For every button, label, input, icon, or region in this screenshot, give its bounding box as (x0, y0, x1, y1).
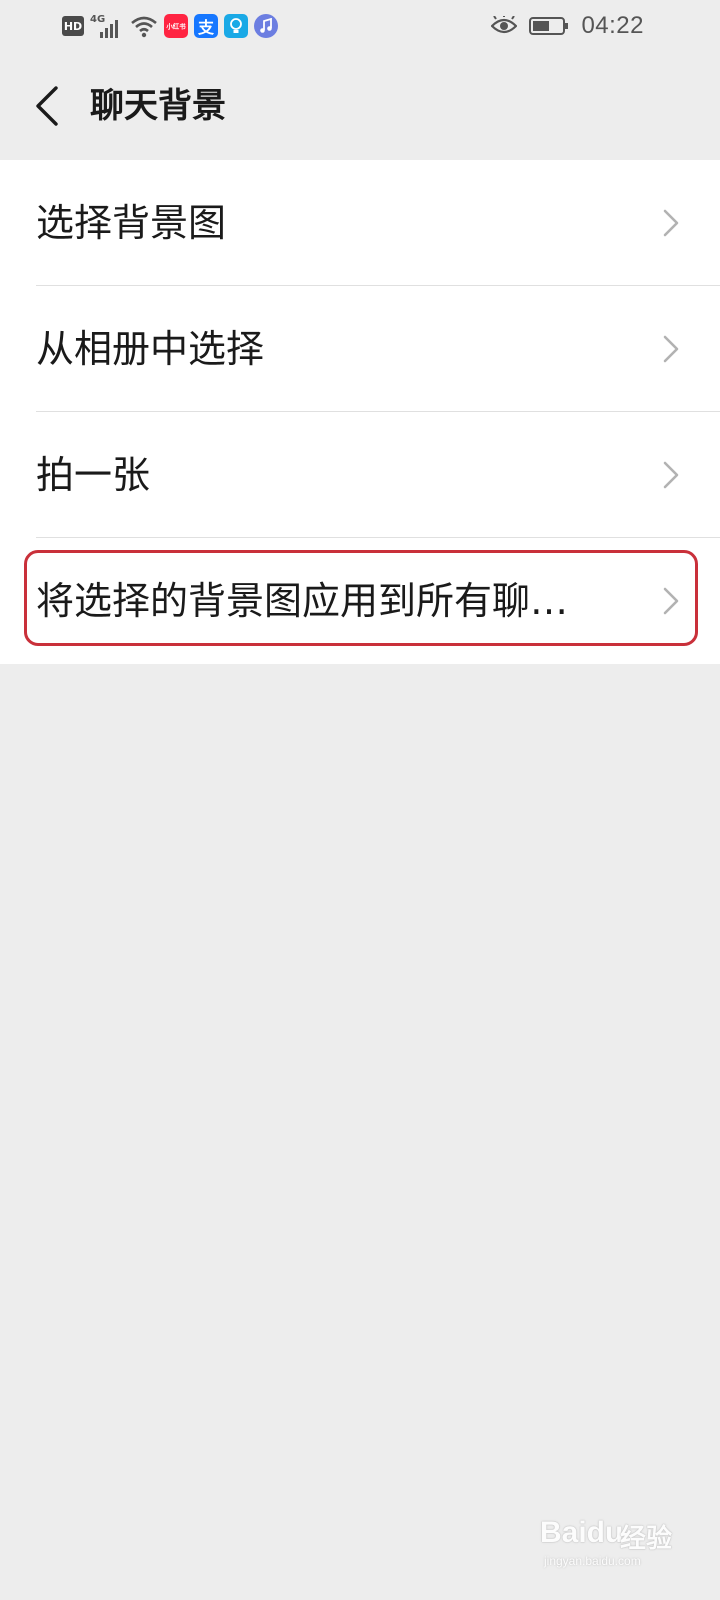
menu-item-choose-from-album[interactable]: 从相册中选择 (0, 286, 720, 412)
status-bar: HD 4G 小红书 支 04:22 (0, 0, 720, 52)
xiaohongshu-icon-label: 小红书 (166, 22, 186, 30)
page-title: 聊天背景 (90, 86, 226, 126)
battery-icon (529, 16, 569, 36)
menu-item-label: 将选择的背景图应用到所有聊… (36, 579, 569, 623)
chevron-right-icon (663, 335, 679, 363)
menu-item-choose-background[interactable]: 选择背景图 (0, 160, 720, 286)
alipay-icon: 支 (194, 14, 218, 38)
hd-label: HD (63, 19, 83, 33)
status-bar-right: 04:22 (490, 12, 644, 40)
signal-4g-icon: 4G (90, 14, 124, 38)
chat-background-screen: HD 4G 小红书 支 04:22 聊天背景 选择背景图 从相册中选择 拍一张 … (0, 0, 720, 1600)
xiaohongshu-icon: 小红书 (164, 14, 188, 38)
status-time: 04:22 (581, 12, 644, 39)
baidu-jingyan-watermark: Baidu 经验 jingyan.baidu.com (540, 1510, 680, 1570)
back-button[interactable] (22, 76, 72, 136)
menu-item-label: 拍一张 (36, 453, 151, 497)
hd-icon: HD (62, 16, 84, 36)
alipay-icon-label: 支 (197, 18, 214, 37)
watermark-cn: 经验 (620, 1524, 673, 1554)
wifi-icon (130, 14, 158, 38)
chevron-right-icon (663, 209, 679, 237)
menu-item-label: 从相册中选择 (36, 327, 265, 371)
menu-item-apply-to-all-chats[interactable]: 将选择的背景图应用到所有聊… (0, 538, 720, 664)
title-bar: 聊天背景 (0, 52, 720, 160)
chevron-left-icon (36, 86, 58, 126)
menu-item-label: 选择背景图 (36, 201, 227, 245)
eye-icon (490, 14, 518, 36)
chevron-right-icon (663, 587, 679, 615)
music-app-icon (254, 14, 278, 38)
background-options-list: 选择背景图 从相册中选择 拍一张 将选择的背景图应用到所有聊… (0, 160, 720, 664)
menu-item-take-photo[interactable]: 拍一张 (0, 412, 720, 538)
watermark-url: jingyan.baidu.com (544, 1554, 641, 1568)
status-bar-left: HD 4G 小红书 支 (62, 12, 278, 40)
watermark-brand: Baidu (540, 1516, 624, 1549)
lightbulb-app-icon (224, 14, 248, 38)
chevron-right-icon (663, 461, 679, 489)
